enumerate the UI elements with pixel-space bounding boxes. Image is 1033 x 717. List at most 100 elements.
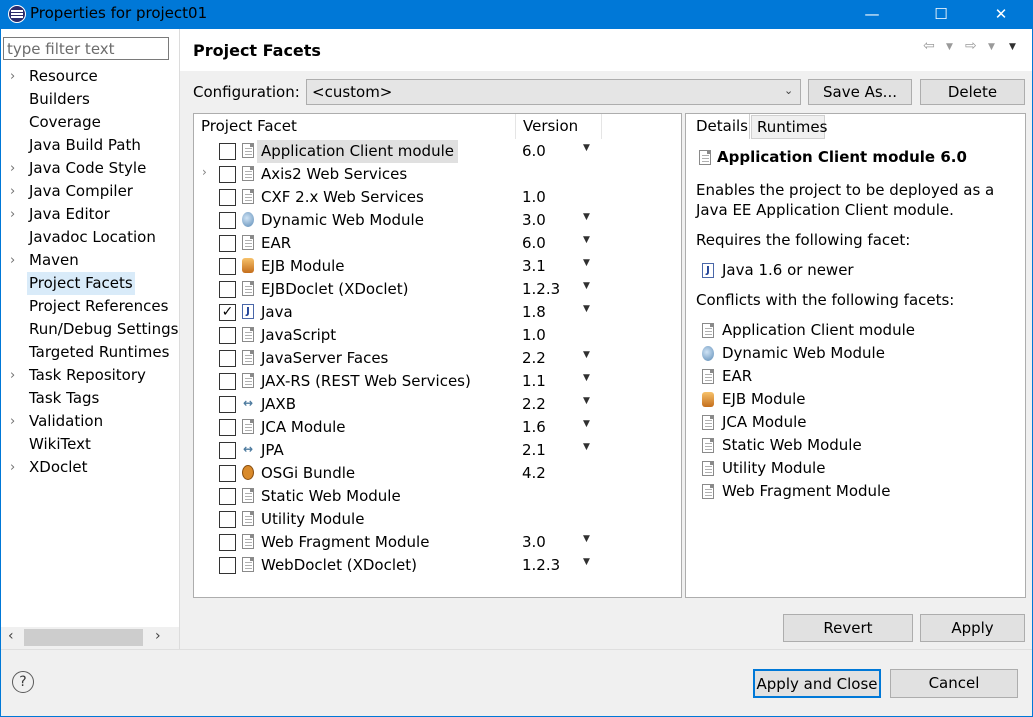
version-dropdown-icon[interactable]: ▼ — [583, 258, 590, 268]
facet-checkbox[interactable] — [219, 373, 236, 390]
expand-arrow-icon[interactable]: › — [202, 165, 207, 179]
scroll-left-icon[interactable]: ‹ — [8, 628, 14, 644]
expand-arrow-icon[interactable]: › — [10, 65, 15, 88]
facet-checkbox[interactable] — [219, 534, 236, 551]
facet-row[interactable]: JavaScript 1.0 — [194, 324, 681, 347]
facet-checkbox[interactable] — [219, 557, 236, 574]
version-dropdown-icon[interactable]: ▼ — [583, 419, 590, 429]
version-dropdown-icon[interactable]: ▼ — [583, 143, 590, 153]
nav-item[interactable]: Targeted Runtimes — [0, 341, 178, 364]
maximize-button[interactable]: ☐ — [918, 0, 964, 29]
forward-icon[interactable]: ⇨ — [965, 38, 977, 54]
column-header-facet[interactable]: Project Facet — [194, 114, 515, 139]
facet-row[interactable]: Web Fragment Module 3.0 ▼ — [194, 531, 681, 554]
facet-row[interactable]: JCA Module 1.6 ▼ — [194, 416, 681, 439]
facet-checkbox[interactable] — [219, 442, 236, 459]
facet-checkbox[interactable] — [219, 511, 236, 528]
facet-checkbox[interactable] — [219, 258, 236, 275]
nav-item[interactable]: WikiText — [0, 433, 178, 456]
facet-checkbox[interactable] — [219, 166, 236, 183]
apply-button[interactable]: Apply — [920, 614, 1025, 642]
close-button[interactable]: ✕ — [978, 0, 1024, 29]
version-dropdown-icon[interactable]: ▼ — [583, 396, 590, 406]
nav-item[interactable]: Builders — [0, 88, 178, 111]
version-dropdown-icon[interactable]: ▼ — [583, 442, 590, 452]
scrollbar-thumb[interactable] — [24, 629, 143, 646]
version-dropdown-icon[interactable]: ▼ — [583, 557, 590, 567]
facet-row[interactable]: Application Client module 6.0 ▼ — [194, 140, 681, 163]
expand-arrow-icon[interactable]: › — [10, 410, 15, 433]
nav-item[interactable]: › Java Editor — [0, 203, 178, 226]
minimize-button[interactable]: — — [849, 0, 895, 29]
nav-item[interactable]: Coverage — [0, 111, 178, 134]
back-menu-icon[interactable]: ▼ — [946, 42, 953, 52]
facet-checkbox[interactable] — [219, 281, 236, 298]
apply-and-close-button[interactable]: Apply and Close — [753, 669, 881, 698]
nav-item[interactable]: › Task Repository — [0, 364, 178, 387]
nav-item[interactable]: › Java Code Style — [0, 157, 178, 180]
column-divider[interactable] — [601, 114, 602, 139]
facet-checkbox[interactable]: ✓ — [219, 304, 236, 321]
facet-checkbox[interactable] — [219, 396, 236, 413]
facet-row[interactable]: ↔ JPA 2.1 ▼ — [194, 439, 681, 462]
facet-row[interactable]: EJBDoclet (XDoclet) 1.2.3 ▼ — [194, 278, 681, 301]
facet-checkbox[interactable] — [219, 488, 236, 505]
nav-item[interactable]: Java Build Path — [0, 134, 178, 157]
facet-row[interactable]: JavaServer Faces 2.2 ▼ — [194, 347, 681, 370]
facet-row[interactable]: Static Web Module — [194, 485, 681, 508]
nav-item[interactable]: Project References — [0, 295, 178, 318]
facet-row[interactable]: EJB Module 3.1 ▼ — [194, 255, 681, 278]
scroll-right-icon[interactable]: › — [155, 628, 161, 644]
filter-input[interactable] — [3, 37, 169, 60]
version-dropdown-icon[interactable]: ▼ — [583, 212, 590, 222]
facet-row[interactable]: EAR 6.0 ▼ — [194, 232, 681, 255]
expand-arrow-icon[interactable]: › — [10, 364, 15, 387]
nav-item[interactable]: › Maven — [0, 249, 178, 272]
facet-row[interactable]: Dynamic Web Module 3.0 ▼ — [194, 209, 681, 232]
back-icon[interactable]: ⇦ — [923, 38, 935, 54]
forward-menu-icon[interactable]: ▼ — [988, 42, 995, 52]
facet-checkbox[interactable] — [219, 327, 236, 344]
chevron-down-icon[interactable]: ⌄ — [784, 84, 793, 97]
version-dropdown-icon[interactable]: ▼ — [583, 304, 590, 314]
facet-checkbox[interactable] — [219, 212, 236, 229]
version-dropdown-icon[interactable]: ▼ — [583, 373, 590, 383]
help-icon[interactable]: ? — [12, 671, 34, 693]
version-dropdown-icon[interactable]: ▼ — [583, 350, 590, 360]
version-dropdown-icon[interactable]: ▼ — [583, 235, 590, 245]
expand-arrow-icon[interactable]: › — [10, 203, 15, 226]
facet-row[interactable]: OSGi Bundle 4.2 — [194, 462, 681, 485]
nav-item[interactable]: › Java Compiler — [0, 180, 178, 203]
facet-checkbox[interactable] — [219, 465, 236, 482]
facet-row[interactable]: ✓ J Java 1.8 ▼ — [194, 301, 681, 324]
delete-button[interactable]: Delete — [920, 79, 1025, 105]
nav-item[interactable]: › XDoclet — [0, 456, 178, 479]
facet-row[interactable]: › Axis2 Web Services — [194, 163, 681, 186]
revert-button[interactable]: Revert — [783, 614, 913, 642]
expand-arrow-icon[interactable]: › — [10, 456, 15, 479]
tab-details[interactable]: Details — [688, 114, 750, 139]
expand-arrow-icon[interactable]: › — [10, 157, 15, 180]
facet-checkbox[interactable] — [219, 419, 236, 436]
facet-row[interactable]: WebDoclet (XDoclet) 1.2.3 ▼ — [194, 554, 681, 577]
facet-row[interactable]: Utility Module — [194, 508, 681, 531]
configuration-combo[interactable]: <custom> — [306, 79, 801, 105]
facet-checkbox[interactable] — [219, 235, 236, 252]
expand-arrow-icon[interactable]: › — [10, 180, 15, 203]
facet-row[interactable]: CXF 2.x Web Services 1.0 — [194, 186, 681, 209]
nav-item[interactable]: Javadoc Location — [0, 226, 178, 249]
version-dropdown-icon[interactable]: ▼ — [583, 534, 590, 544]
expand-arrow-icon[interactable]: › — [10, 249, 15, 272]
facet-checkbox[interactable] — [219, 189, 236, 206]
view-menu-icon[interactable]: ▼ — [1009, 42, 1016, 52]
cancel-button[interactable]: Cancel — [890, 669, 1018, 698]
save-as-button[interactable]: Save As... — [808, 79, 912, 105]
facet-row[interactable]: ↔ JAXB 2.2 ▼ — [194, 393, 681, 416]
version-dropdown-icon[interactable]: ▼ — [583, 281, 590, 291]
facet-row[interactable]: JAX-RS (REST Web Services) 1.1 ▼ — [194, 370, 681, 393]
tab-runtimes[interactable]: Runtimes — [751, 115, 827, 139]
nav-item[interactable]: Run/Debug Settings — [0, 318, 178, 341]
nav-item[interactable]: Task Tags — [0, 387, 178, 410]
facet-checkbox[interactable] — [219, 350, 236, 367]
nav-item[interactable]: › Validation — [0, 410, 178, 433]
